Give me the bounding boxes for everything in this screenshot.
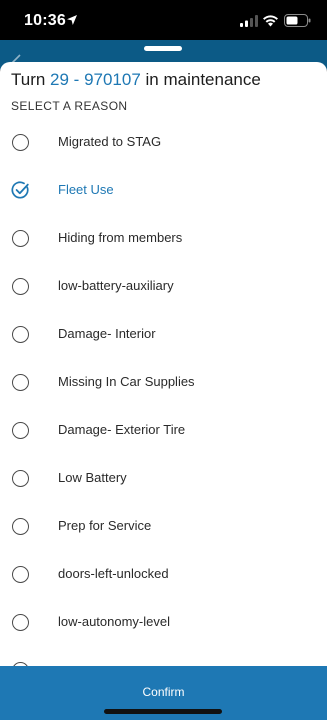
- reason-option[interactable]: low-autonomy-level: [0, 599, 327, 647]
- reason-option[interactable]: Hiding from members: [0, 215, 327, 263]
- reason-label: Prep for Service: [58, 518, 152, 533]
- reason-option[interactable]: Damage- Exterior Tire: [0, 407, 327, 455]
- location-arrow-icon: [67, 15, 77, 25]
- home-indicator: [104, 709, 222, 714]
- radio-empty-icon[interactable]: [12, 614, 29, 631]
- title-prefix: Turn: [11, 70, 51, 89]
- vehicle-id: 29 - 970107: [50, 70, 141, 89]
- reason-label: low-battery-auxiliary: [58, 278, 174, 293]
- radio-empty-icon[interactable]: [12, 422, 29, 439]
- reason-label: Missing In Car Supplies: [58, 374, 195, 389]
- radio-empty-icon[interactable]: [12, 374, 29, 391]
- radio-empty-icon[interactable]: [12, 470, 29, 487]
- status-bar: 10:36: [0, 0, 327, 44]
- reason-option[interactable]: Prep for Service: [0, 503, 327, 551]
- reason-label: Damage- Interior: [58, 326, 156, 341]
- reason-option[interactable]: doors-left-unlocked: [0, 551, 327, 599]
- reason-label: Fleet Use: [58, 182, 114, 197]
- reason-option-selected[interactable]: Fleet Use: [0, 167, 327, 215]
- sheet-grabber-handle[interactable]: [144, 46, 182, 51]
- reason-label: Hiding from members: [58, 230, 183, 245]
- reason-option[interactable]: Damage- Interior: [0, 311, 327, 359]
- reason-label: Low Battery: [58, 470, 127, 485]
- radio-empty-icon[interactable]: [12, 230, 29, 247]
- reason-option[interactable]: low-battery-auxiliary: [0, 263, 327, 311]
- reason-label: Migrated to STAG: [58, 134, 162, 149]
- reason-label: low-autonomy-level: [58, 614, 170, 629]
- wifi-icon: [263, 15, 278, 27]
- radio-empty-icon[interactable]: [12, 134, 29, 151]
- sheet-title: Turn 29 - 970107 in maintenance: [11, 70, 261, 90]
- maintenance-reason-sheet: Turn 29 - 970107 in maintenance SELECT A…: [0, 62, 327, 720]
- radio-empty-icon[interactable]: [12, 518, 29, 535]
- reason-option[interactable]: Missing In Car Supplies: [0, 359, 327, 407]
- reason-option[interactable]: Low Battery: [0, 455, 327, 503]
- reason-label: doors-left-unlocked: [58, 566, 169, 581]
- title-suffix: in maintenance: [140, 70, 261, 89]
- radio-empty-icon[interactable]: [12, 278, 29, 295]
- battery-icon: [284, 14, 311, 27]
- radio-empty-icon[interactable]: [12, 326, 29, 343]
- status-time: 10:36: [24, 12, 66, 29]
- radio-empty-icon[interactable]: [12, 566, 29, 583]
- reason-label: Damage- Exterior Tire: [58, 422, 186, 437]
- reason-option[interactable]: Migrated to STAG: [0, 119, 327, 167]
- checkmark-circle-icon[interactable]: [11, 181, 30, 200]
- signal-icon: [240, 15, 258, 27]
- section-label: SELECT A REASON: [11, 99, 128, 113]
